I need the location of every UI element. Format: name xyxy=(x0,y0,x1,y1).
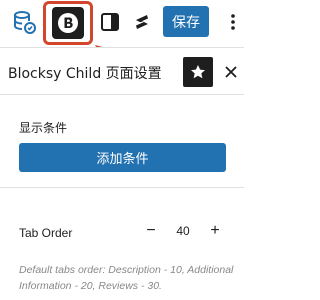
sidebar-toggle-button[interactable] xyxy=(94,6,126,38)
save-button[interactable]: 保存 xyxy=(163,6,209,37)
star-icon xyxy=(191,65,205,79)
more-options-button[interactable] xyxy=(224,6,242,38)
add-condition-button[interactable]: 添加条件 xyxy=(19,143,226,172)
display-conditions-section: 显示条件 添加条件 xyxy=(0,96,244,188)
tab-order-input[interactable] xyxy=(168,220,198,242)
editor-toolbar: 保存 xyxy=(0,0,244,46)
tab-order-label: Tab Order xyxy=(19,226,73,240)
tab-order-stepper: − + xyxy=(140,216,226,246)
blocksy-settings-button[interactable] xyxy=(43,1,93,45)
stackable-button[interactable] xyxy=(128,6,156,38)
close-button[interactable] xyxy=(221,62,241,82)
display-conditions-label: 显示条件 xyxy=(19,121,68,135)
more-vertical-icon xyxy=(231,14,235,30)
database-button[interactable] xyxy=(8,6,40,38)
database-icon xyxy=(14,11,36,34)
tab-order-section: Tab Order − + Default tabs order: Descri… xyxy=(0,189,244,300)
increment-button[interactable]: + xyxy=(204,220,226,242)
blocksy-button-face xyxy=(52,7,84,39)
decrement-button[interactable]: − xyxy=(140,220,162,242)
star-button[interactable] xyxy=(183,57,213,87)
sidebar-toggle-icon xyxy=(101,13,119,31)
close-icon xyxy=(225,66,237,78)
panel-title: Blocksy Child 页面设置 xyxy=(8,66,162,82)
panel-header: Blocksy Child 页面设置 xyxy=(0,47,244,95)
blocksy-icon xyxy=(58,13,78,33)
stackable-icon xyxy=(136,15,148,29)
tab-order-help-text: Default tabs order: Description - 10, Ad… xyxy=(19,264,234,292)
